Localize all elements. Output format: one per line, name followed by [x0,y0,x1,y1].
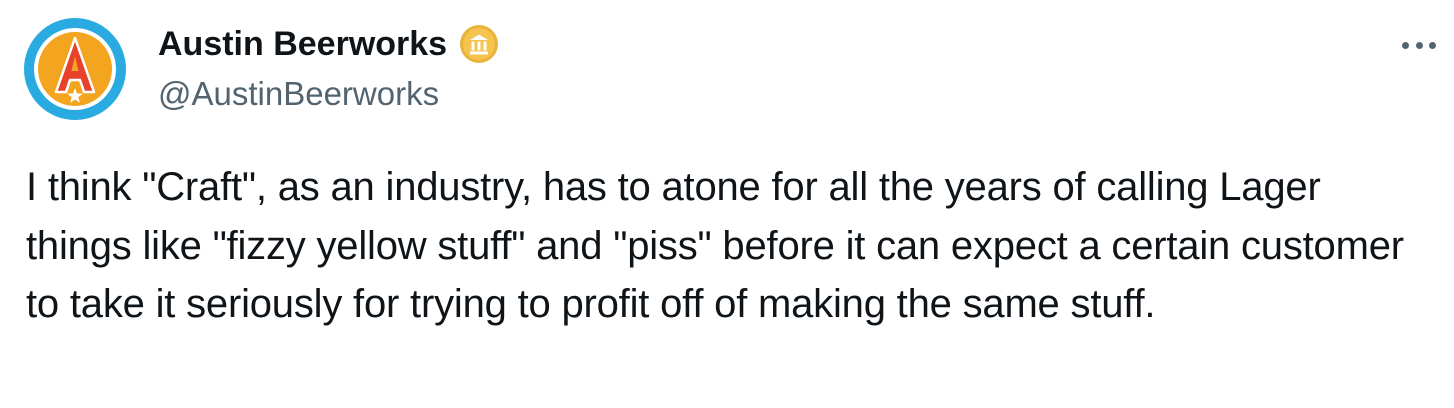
tweet-card: Austin Beerworks @AustinBeerworks I thin… [0,0,1454,408]
author-handle[interactable]: @AustinBeerworks [158,72,439,116]
tweet-text: I think "Craft", as an industry, has to … [26,165,1404,326]
author-name-row: Austin Beerworks [158,22,501,66]
ellipsis-icon [1402,41,1409,49]
ellipsis-dot [1429,41,1436,49]
author-display-name[interactable]: Austin Beerworks [158,22,447,66]
ellipsis-dot [1415,41,1423,49]
profile-avatar[interactable] [24,18,126,120]
more-options-button[interactable] [1398,34,1440,56]
verified-organization-badge-icon[interactable] [457,22,501,66]
austin-beerworks-logo-icon [24,18,126,120]
